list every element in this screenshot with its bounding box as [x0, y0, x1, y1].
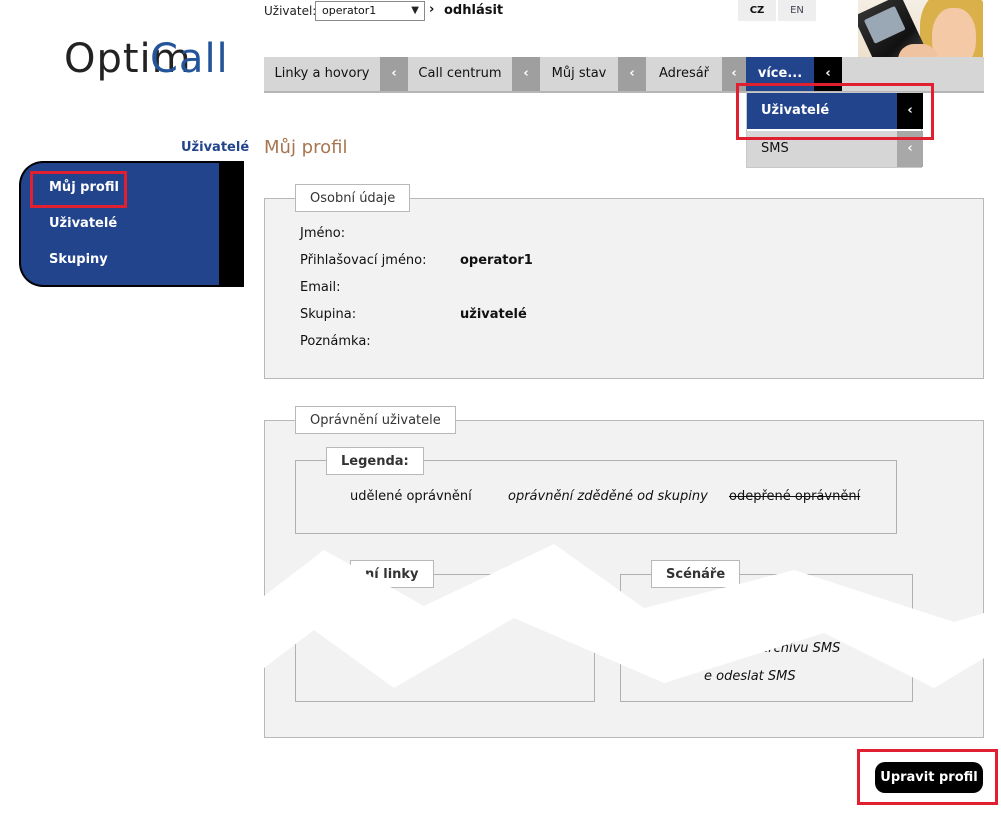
legend-granted: udělené oprávnění: [350, 489, 472, 504]
chevron-left-icon: ‹: [618, 57, 646, 91]
field-label-email: Email:: [300, 280, 341, 295]
field-label-note: Poznámka:: [300, 334, 371, 349]
sidebar-heading: Uživatelé: [181, 140, 250, 155]
legend-inherited: oprávnění zděděné od skupiny: [508, 489, 708, 504]
tab-adresar[interactable]: Adresář: [646, 57, 722, 91]
field-value-group: uživatelé: [460, 307, 527, 322]
dropdown-item-label: SMS: [761, 141, 789, 156]
user-label: Uživatel:: [264, 4, 317, 18]
user-select[interactable]: operator1 ▼: [315, 1, 425, 21]
field-value-login: operator1: [460, 253, 533, 268]
chevron-down-icon: ▼: [411, 5, 419, 16]
logo-text-call: Call: [150, 36, 229, 82]
highlight-dropdown-uzivatele: [736, 83, 934, 140]
permissions-legend: Oprávnění uživatele: [295, 406, 456, 434]
legend-title: Legenda:: [326, 447, 424, 475]
torn-edge-overlay: [264, 544, 1001, 688]
field-label-login: Přihlašovací jméno:: [300, 253, 427, 268]
page-title: Můj profil: [264, 137, 348, 158]
tab-call-centrum[interactable]: Call centrum: [408, 57, 512, 91]
legend-denied: odepřené oprávnění: [729, 489, 861, 504]
personal-info-legend: Osobní údaje: [295, 184, 411, 212]
language-en[interactable]: EN: [778, 0, 816, 21]
chevron-left-icon: ‹: [380, 57, 408, 91]
highlight-edit-button: [857, 749, 998, 805]
tab-muj-stav[interactable]: Můj stav: [540, 57, 618, 91]
personal-info-panel: [264, 198, 984, 379]
highlight-sidebar-muj-profil: [30, 171, 127, 208]
language-cz[interactable]: CZ: [738, 0, 776, 21]
sidebar-item-skupiny[interactable]: Skupiny: [49, 252, 108, 267]
logout-link[interactable]: odhlásit: [444, 3, 503, 18]
field-label-group: Skupina:: [300, 307, 357, 322]
field-label-name: Jméno:: [300, 226, 346, 241]
chevron-right-icon: ›: [429, 2, 435, 17]
chevron-left-icon: ‹: [512, 57, 540, 91]
sidebar-item-uzivatele[interactable]: Uživatelé: [49, 216, 117, 231]
tab-linky-a-hovory[interactable]: Linky a hovory: [264, 57, 380, 91]
user-select-value: operator1: [322, 4, 377, 17]
